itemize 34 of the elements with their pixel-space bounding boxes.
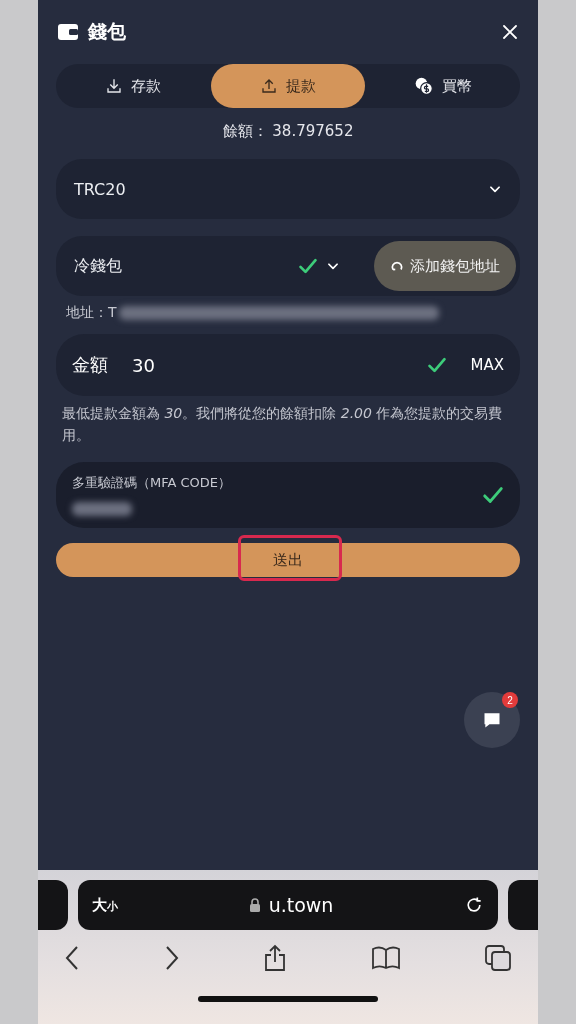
close-icon[interactable] — [502, 24, 518, 40]
chat-button[interactable]: 2 — [464, 692, 520, 748]
amount-field[interactable]: 金額 30 MAX — [56, 334, 520, 396]
book-icon[interactable] — [370, 946, 401, 970]
wallet-tab[interactable]: 提款 — [210, 64, 366, 108]
back-icon[interactable] — [64, 945, 80, 971]
share-icon[interactable] — [263, 944, 287, 972]
notification-badge: 2 — [502, 692, 518, 708]
tabs-icon[interactable] — [484, 944, 512, 972]
wallet-tab[interactable]: 存款 — [56, 64, 211, 108]
check-icon — [482, 484, 504, 506]
max-button[interactable]: MAX — [470, 356, 504, 374]
wallet-icon — [58, 24, 78, 40]
chat-icon — [482, 710, 502, 730]
download-icon — [105, 77, 124, 95]
balance-text: 餘額： 38.797652 — [221, 122, 355, 141]
wallet-tab[interactable]: 買幣 — [365, 64, 520, 108]
help-text: 最低提款金額為 30。我們將從您的餘額扣除 2.00 作為您提款的交易費用。 — [62, 404, 504, 445]
reload-icon[interactable] — [464, 895, 484, 915]
check-icon — [298, 256, 318, 276]
mfa-field[interactable]: 多重驗證碼（MFA CODE） — [56, 462, 520, 528]
url-text: u.town — [268, 894, 334, 916]
browser-tab-preview[interactable] — [38, 880, 68, 930]
coins-icon — [413, 76, 434, 96]
refresh-icon — [390, 259, 404, 273]
add-address-button[interactable]: 添加錢包地址 — [374, 241, 516, 291]
check-icon — [426, 355, 447, 375]
forward-icon[interactable] — [163, 945, 180, 971]
address-label: 地址：T — [66, 304, 117, 322]
browser-tab-preview[interactable] — [508, 880, 538, 930]
network-select[interactable]: TRC20 — [56, 159, 520, 219]
window-title: 錢包 — [88, 19, 126, 44]
upload-icon — [260, 77, 278, 95]
submit-button[interactable]: 送出 — [56, 543, 520, 577]
